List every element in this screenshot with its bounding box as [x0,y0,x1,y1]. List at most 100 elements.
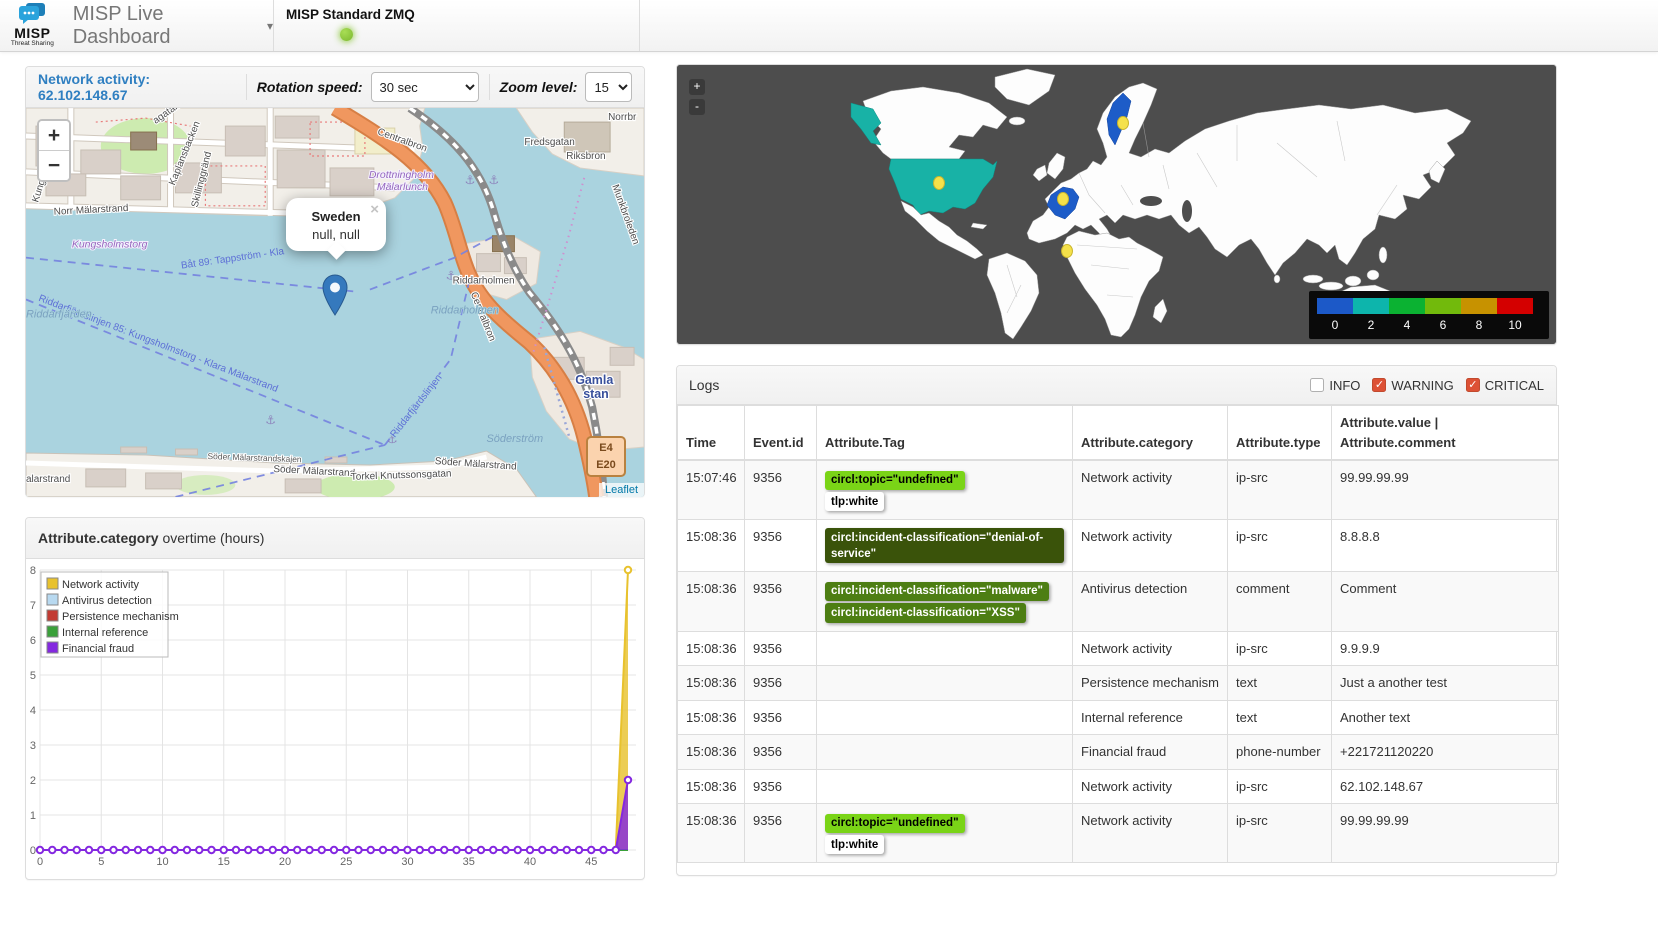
zoom-in-button[interactable]: + [689,79,705,95]
col-attribute-tag[interactable]: Attribute.Tag [817,406,1073,461]
data-point[interactable] [159,847,165,853]
data-point[interactable] [576,847,582,853]
log-row[interactable]: 15:08:369356circl:topic="undefined"tlp:w… [678,804,1559,863]
data-point[interactable] [49,847,55,853]
data-point[interactable] [172,847,178,853]
data-point[interactable] [135,847,141,853]
data-point[interactable] [625,777,631,783]
data-point[interactable] [392,847,398,853]
data-point[interactable] [61,847,67,853]
data-point[interactable] [123,847,129,853]
log-row[interactable]: 15:08:369356circl:incident-classificatio… [678,520,1559,572]
data-point[interactable] [270,847,276,853]
data-point[interactable] [539,847,545,853]
zoom-level-select[interactable]: 15 [585,72,632,102]
data-point[interactable] [564,847,570,853]
overtime-chart[interactable]: 012345678051015202530354045Network activ… [26,559,644,880]
col-attribute-value[interactable]: Attribute.value | Attribute.comment [1332,406,1559,461]
attribute-tag[interactable]: circl:incident-classification="malware" [825,582,1049,601]
data-point[interactable] [184,847,190,853]
data-point[interactable] [294,847,300,853]
data-point[interactable] [98,847,104,853]
data-point[interactable] [625,567,631,573]
data-point[interactable] [147,847,153,853]
event-marker-sweden[interactable] [1118,117,1129,130]
log-row[interactable]: 15:08:369356circl:incident-classificatio… [678,572,1559,631]
data-point[interactable] [588,847,594,853]
col-attribute-category[interactable]: Attribute.category [1073,406,1228,461]
attribute-tag[interactable]: circl:incident-classification="denial-of… [825,528,1064,563]
zoom-in-button[interactable]: + [39,121,69,151]
attribute-tag[interactable]: tlp:white [825,492,884,511]
log-time: 15:08:36 [678,804,745,863]
leaflet-attribution[interactable]: Leaflet [599,483,644,497]
attribute-tag[interactable]: circl:topic="undefined" [825,814,965,833]
data-point[interactable] [257,847,263,853]
data-point[interactable] [208,847,214,853]
data-point[interactable] [221,847,227,853]
data-point[interactable] [282,847,288,853]
log-row[interactable]: 15:08:369356Persistence mechanismtextJus… [678,666,1559,701]
popup-close-icon[interactable]: × [370,202,379,217]
data-point[interactable] [368,847,374,853]
log-row[interactable]: 15:08:369356Financial fraudphone-number+… [678,735,1559,770]
log-row[interactable]: 15:08:369356Network activityip-src9.9.9.… [678,631,1559,666]
data-point[interactable] [441,847,447,853]
zoom-out-button[interactable]: - [689,99,705,115]
data-point[interactable] [343,847,349,853]
data-point[interactable] [502,847,508,853]
data-point[interactable] [74,847,80,853]
data-point[interactable] [355,847,361,853]
attribute-tag[interactable]: circl:incident-classification="XSS" [825,603,1026,622]
data-point[interactable] [466,847,472,853]
filter-critical[interactable]: CRITICAL [1466,378,1544,393]
checkbox-warning[interactable] [1372,378,1386,392]
dashboard-menu[interactable]: MISP Live Dashboard ▾ [73,3,273,49]
filter-warning[interactable]: WARNING [1372,378,1453,393]
filter-info[interactable]: INFO [1310,378,1360,393]
data-point[interactable] [37,847,43,853]
data-point[interactable] [429,847,435,853]
data-point[interactable] [233,847,239,853]
data-point[interactable] [331,847,337,853]
data-point[interactable] [380,847,386,853]
zmq-status-tab[interactable]: MISP Standard ZMQ [274,0,640,51]
data-point[interactable] [417,847,423,853]
data-point[interactable] [515,847,521,853]
col-time[interactable]: Time [678,406,745,461]
data-point[interactable] [306,847,312,853]
data-point[interactable] [196,847,202,853]
log-row[interactable]: 15:08:369356Internal referencetextAnothe… [678,700,1559,735]
checkbox-info[interactable] [1310,378,1324,392]
data-point[interactable] [478,847,484,853]
col-event-id[interactable]: Event.id [745,406,817,461]
event-marker-france[interactable] [1058,193,1069,206]
misp-brand[interactable]: MISP Threat Sharing MISP Live Dashboard … [0,0,274,51]
event-marker-senegal[interactable] [1062,245,1073,258]
data-point[interactable] [490,847,496,853]
world-map-canvas[interactable]: 0246810 [677,65,1556,344]
log-row[interactable]: 15:08:369356Network activityip-src62.102… [678,769,1559,804]
data-point[interactable] [245,847,251,853]
checkbox-critical[interactable] [1466,378,1480,392]
log-row[interactable]: 15:07:469356circl:topic="undefined"tlp:w… [678,460,1559,520]
map-marker-pin[interactable] [322,274,348,321]
data-point[interactable] [551,847,557,853]
data-point[interactable] [453,847,459,853]
world-map[interactable]: 0246810 + - [677,65,1556,344]
data-point[interactable] [404,847,410,853]
log-tags [817,666,1073,701]
rotation-speed-select[interactable]: 30 sec [371,72,479,102]
attribute-tag[interactable]: tlp:white [825,835,884,854]
leaflet-map[interactable]: ⚓⚓⚓⚓⚓ agatanKaplansbackenSkillinggrändKu… [26,108,644,497]
event-marker-united-states[interactable] [934,177,945,190]
attribute-tag[interactable]: circl:topic="undefined" [825,471,965,490]
zoom-out-button[interactable]: − [39,151,69,180]
data-point[interactable] [110,847,116,853]
col-attribute-type[interactable]: Attribute.type [1228,406,1332,461]
data-point[interactable] [527,847,533,853]
data-point[interactable] [86,847,92,853]
data-point[interactable] [613,847,619,853]
data-point[interactable] [319,847,325,853]
data-point[interactable] [600,847,606,853]
